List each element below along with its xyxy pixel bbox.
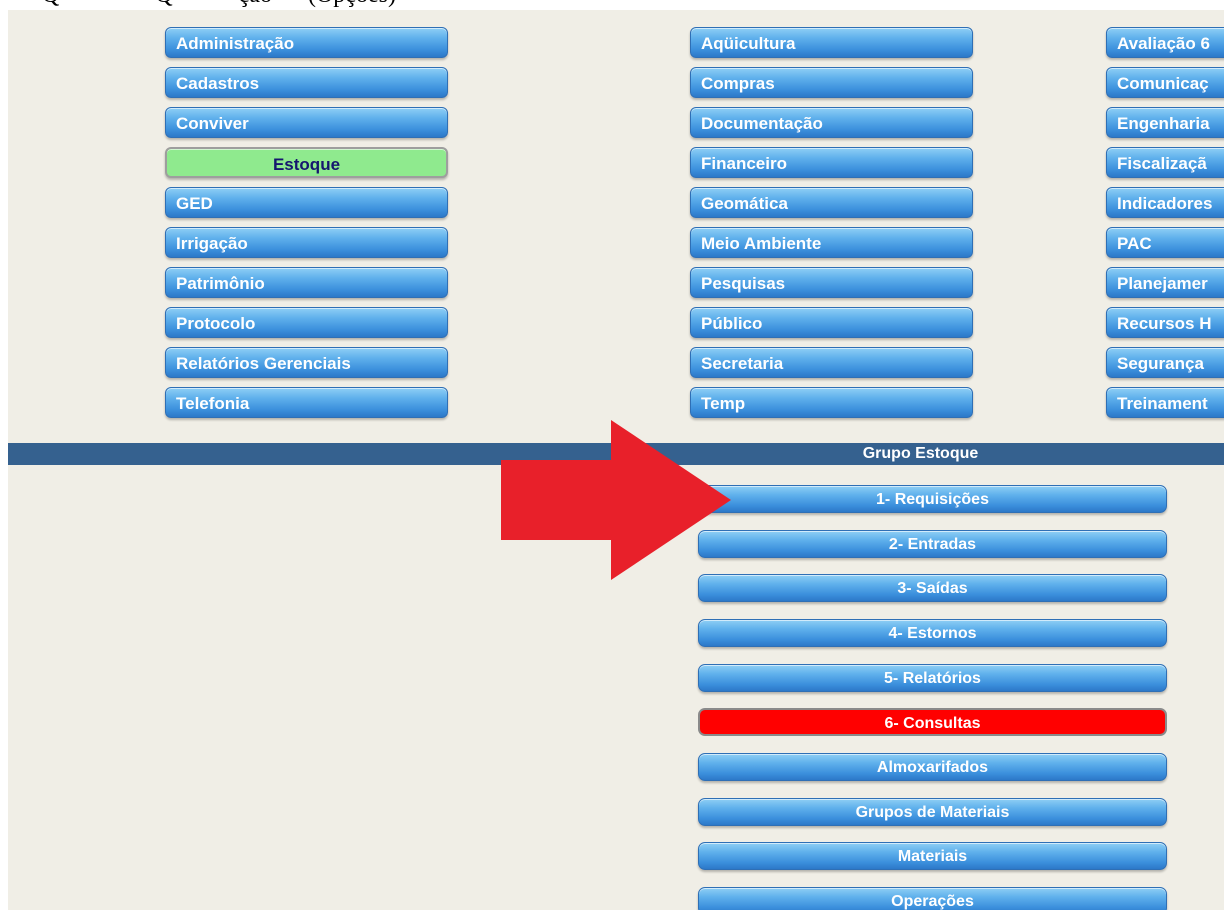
menu-button-geomatica[interactable]: Geomática — [690, 187, 973, 218]
group-button-requisicoes[interactable]: 1- Requisições — [698, 485, 1167, 513]
menu-button-indicadores[interactable]: Indicadores — [1106, 187, 1224, 218]
menu-button-cadastros[interactable]: Cadastros — [165, 67, 448, 98]
menu-button-secretaria[interactable]: Secretaria — [690, 347, 973, 378]
menu-button-planejamento[interactable]: Planejamer — [1106, 267, 1224, 298]
group-button-entradas[interactable]: 2- Entradas — [698, 530, 1167, 558]
menu-button-engenharia[interactable]: Engenharia — [1106, 107, 1224, 138]
group-button-relatorios[interactable]: 5- Relatórios — [698, 664, 1167, 692]
page-area: Administração Cadastros Conviver Estoque… — [8, 10, 1224, 910]
group-button-saidas[interactable]: 3- Saídas — [698, 574, 1167, 602]
menu-button-temp[interactable]: Temp — [690, 387, 973, 418]
menu-button-administracao[interactable]: Administração — [165, 27, 448, 58]
menu-button-documentacao[interactable]: Documentação — [690, 107, 973, 138]
menu-button-avaliacao[interactable]: Avaliação 6 — [1106, 27, 1224, 58]
menu-button-compras[interactable]: Compras — [690, 67, 973, 98]
group-button-materiais[interactable]: Materiais — [698, 842, 1167, 870]
menu-button-estoque[interactable]: Estoque — [165, 147, 448, 178]
menu-button-irrigacao[interactable]: Irrigação — [165, 227, 448, 258]
menu-button-recursos-humanos[interactable]: Recursos H — [1106, 307, 1224, 338]
menu-button-financeiro[interactable]: Financeiro — [690, 147, 973, 178]
menu-button-pac[interactable]: PAC — [1106, 227, 1224, 258]
menu-button-treinamento[interactable]: Treinament — [1106, 387, 1224, 418]
menu-button-seguranca[interactable]: Segurança — [1106, 347, 1224, 378]
menu-button-comunicacao[interactable]: Comunicaç — [1106, 67, 1224, 98]
menu-button-protocolo[interactable]: Protocolo — [165, 307, 448, 338]
group-button-operacoes[interactable]: Operações — [698, 887, 1167, 910]
menu-button-meio-ambiente[interactable]: Meio Ambiente — [690, 227, 973, 258]
menu-button-aquicultura[interactable]: Aqüicultura — [690, 27, 973, 58]
menu-button-fiscalizacao[interactable]: Fiscalizaçã — [1106, 147, 1224, 178]
group-button-estornos[interactable]: 4- Estornos — [698, 619, 1167, 647]
group-button-almoxarifados[interactable]: Almoxarifados — [698, 753, 1167, 781]
red-arrow-right-icon — [501, 420, 731, 580]
menu-button-relatorios-gerenciais[interactable]: Relatórios Gerenciais — [165, 347, 448, 378]
menu-button-publico[interactable]: Público — [690, 307, 973, 338]
page-caption: — Q — — — Q — — ção — (Opções) — [12, 0, 912, 10]
menu-button-conviver[interactable]: Conviver — [165, 107, 448, 138]
menu-button-ged[interactable]: GED — [165, 187, 448, 218]
menu-button-patrimonio[interactable]: Patrimônio — [165, 267, 448, 298]
menu-button-pesquisas[interactable]: Pesquisas — [690, 267, 973, 298]
menu-button-telefonia[interactable]: Telefonia — [165, 387, 448, 418]
group-button-grupos-de-materiais[interactable]: Grupos de Materiais — [698, 798, 1167, 826]
group-button-consultas[interactable]: 6- Consultas — [698, 708, 1167, 736]
